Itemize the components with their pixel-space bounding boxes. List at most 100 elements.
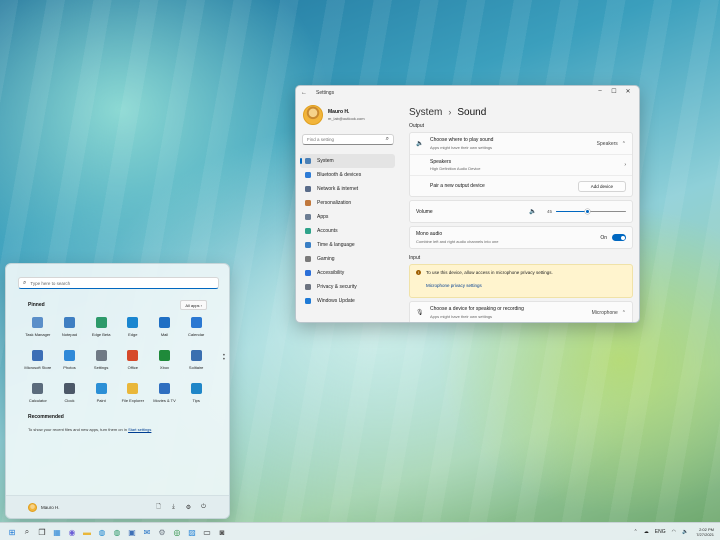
edge-beta-icon — [95, 317, 107, 328]
pinned-app[interactable]: Microsoft Store — [22, 348, 54, 376]
nav-item-network-internet[interactable]: Network & internet — [300, 182, 395, 196]
windows-logo-icon[interactable]: ⊞ — [6, 526, 18, 538]
pinned-app[interactable]: Solitaire — [180, 348, 212, 376]
mono-audio-row: Mono audio Combine left and right audio … — [410, 227, 632, 248]
start-search-input[interactable]: ⌕ Type here to search — [18, 277, 219, 289]
store-icon[interactable]: ▣ — [126, 526, 138, 538]
calculator-icon — [32, 383, 44, 394]
page-indicator[interactable]: • • — [223, 353, 225, 363]
volume-label: Volume — [416, 208, 433, 215]
nav-item-personalization[interactable]: Personalization — [300, 196, 395, 210]
chevron-up-icon[interactable]: ⌃ — [622, 141, 626, 147]
nav-item-accessibility[interactable]: Accessibility — [300, 266, 395, 280]
nav-item-system[interactable]: System — [300, 154, 395, 168]
choose-output-row[interactable]: 🔈 Choose where to play sound Apps might … — [410, 133, 632, 154]
volume-icon[interactable]: 🔈 — [682, 529, 688, 535]
nav-item-gaming[interactable]: Gaming — [300, 252, 395, 266]
pinned-app[interactable]: Task Manager — [22, 315, 54, 343]
apps-icon — [305, 214, 311, 220]
speakers-title: Speakers — [430, 158, 452, 165]
pinned-app[interactable]: Clock — [54, 381, 86, 409]
pinned-app[interactable]: Office — [117, 348, 149, 376]
user-name[interactable]: Mauro H. — [41, 505, 147, 510]
pinned-app[interactable]: Calculator — [22, 381, 54, 409]
volume-speaker-icon[interactable]: 🔈 — [529, 208, 537, 215]
mic-privacy-link[interactable]: Microphone privacy settings — [426, 283, 626, 288]
nav-item-time-language[interactable]: Time & language — [300, 238, 395, 252]
photos-icon[interactable]: ▨ — [186, 526, 198, 538]
pinned-app[interactable]: Calendar — [180, 315, 212, 343]
pinned-app-label: Tips — [192, 398, 200, 403]
volume-slider[interactable] — [556, 208, 626, 216]
output-label: Output — [409, 123, 425, 129]
search-icon[interactable]: ⌕ — [21, 526, 33, 538]
all-apps-button[interactable]: All apps › — [180, 300, 207, 310]
breadcrumb-parent[interactable]: System — [409, 107, 442, 118]
documents-icon[interactable]: 🗋 — [155, 502, 162, 512]
volume-thumb[interactable] — [585, 209, 590, 214]
edge-icon[interactable]: ◍ — [96, 526, 108, 538]
pinned-app[interactable]: Notepad — [54, 315, 86, 343]
start-footer: Mauro H. 🗋 ⤓ ⚙ ⏻ — [6, 495, 229, 518]
pinned-app-label: Photos — [63, 365, 76, 370]
nav-item-apps[interactable]: Apps — [300, 210, 395, 224]
language-indicator[interactable]: ENG — [655, 529, 666, 535]
settings-icon[interactable]: ⚙ — [156, 526, 168, 538]
pinned-app[interactable]: Paint — [85, 381, 117, 409]
pinned-app[interactable]: Movies & TV — [149, 381, 181, 409]
xbox-icon[interactable]: ◎ — [171, 526, 183, 538]
back-arrow-icon[interactable]: ← — [301, 90, 311, 96]
pinned-app[interactable]: Mail — [149, 315, 181, 343]
nav-item-accounts[interactable]: Accounts — [300, 224, 395, 238]
speakers-row[interactable]: Speakers High Definition Audio Device › — [410, 154, 632, 175]
bluetooth-icon — [305, 172, 311, 178]
mono-audio-toggle[interactable] — [612, 234, 626, 241]
mic-warning-text: To use this device, allow access in micr… — [426, 270, 553, 275]
pinned-app[interactable]: Xbox — [149, 348, 181, 376]
add-device-button[interactable]: Add device — [577, 180, 626, 192]
pinned-app[interactable]: File Explorer — [117, 381, 149, 409]
mail-icon[interactable]: ✉ — [141, 526, 153, 538]
settings-gear-icon[interactable]: ⚙ — [185, 504, 192, 511]
find-setting-input[interactable]: Find a setting ⌕ — [302, 134, 394, 145]
pinned-app[interactable]: Settings — [85, 348, 117, 376]
file-explorer-icon[interactable]: ▬ — [81, 526, 93, 538]
shield-icon — [305, 284, 311, 290]
pinned-app[interactable]: Edge Beta — [85, 315, 117, 343]
wifi-icon[interactable]: ◠ — [672, 529, 676, 535]
pinned-app-label: Office — [127, 365, 138, 370]
nav-item-bluetooth-devices[interactable]: Bluetooth & devices — [300, 168, 395, 182]
photos-icon — [63, 350, 75, 361]
start-settings-link[interactable]: Start settings — [128, 427, 151, 432]
pinned-app[interactable]: Tips — [180, 381, 212, 409]
chat-icon[interactable]: ◉ — [66, 526, 78, 538]
minimize-icon[interactable]: – — [593, 88, 607, 95]
cloud-icon[interactable]: ☁ — [644, 529, 649, 535]
task-view-icon[interactable]: ❐ — [36, 526, 48, 538]
nav-item-windows-update[interactable]: Windows Update — [300, 294, 395, 308]
maximize-icon[interactable]: ☐ — [607, 88, 621, 95]
clock-date: 7/27/2021 — [696, 532, 714, 537]
edge-beta-icon[interactable]: ◍ — [111, 526, 123, 538]
terminal-icon[interactable]: ▭ — [201, 526, 213, 538]
chevron-up-icon[interactable]: ⌃ — [634, 529, 638, 535]
profile[interactable]: Mauro H. m_lab@outlook.com — [303, 105, 365, 125]
chevron-up-icon[interactable]: ⌃ — [622, 310, 626, 316]
power-icon[interactable]: ⏻ — [200, 504, 207, 511]
nav-item-privacy-security[interactable]: Privacy & security — [300, 280, 395, 294]
pinned-app-label: Clock — [64, 398, 75, 403]
clock[interactable]: 2:02 PM 7/27/2021 — [696, 527, 714, 537]
choose-output-sub: Apps might have their own settings — [430, 144, 493, 150]
breadcrumb: System › Sound — [409, 104, 633, 120]
pair-device-title: Pair a new output device — [430, 183, 485, 189]
close-icon[interactable]: ✕ — [621, 88, 635, 95]
pinned-app-label: Settings — [93, 365, 109, 370]
choose-output-title: Choose where to play sound — [430, 137, 494, 144]
downloads-icon[interactable]: ⤓ — [170, 504, 177, 511]
pinned-app[interactable]: Photos — [54, 348, 86, 376]
choose-input-row[interactable]: 🎙 Choose a device for speaking or record… — [410, 302, 632, 322]
widgets-icon[interactable]: ▦ — [51, 526, 63, 538]
camera-icon[interactable]: ◙ — [216, 526, 228, 538]
pinned-app[interactable]: Edge — [117, 315, 149, 343]
user-avatar[interactable] — [28, 502, 37, 512]
